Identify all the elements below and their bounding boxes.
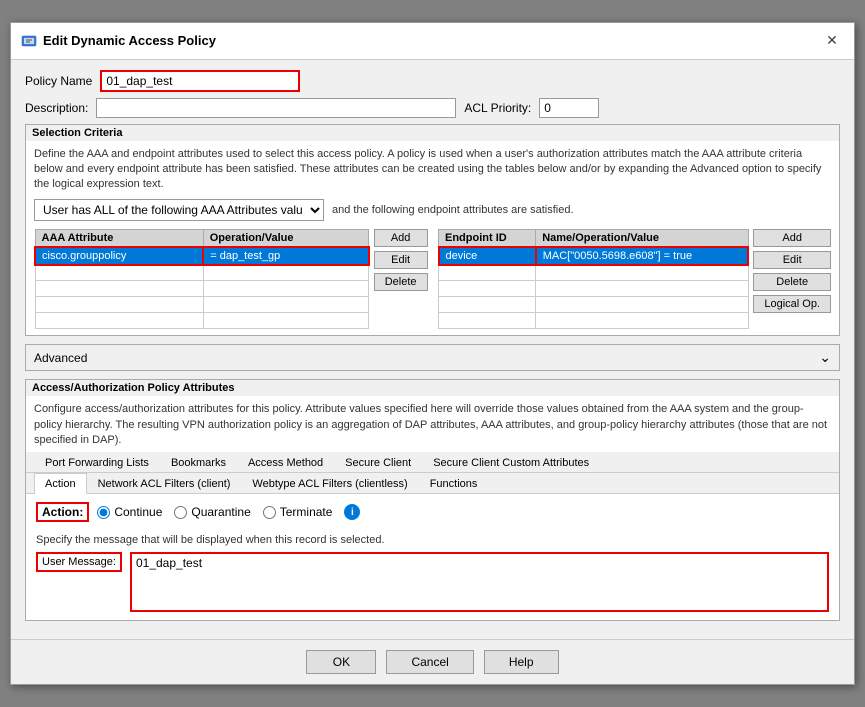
aaa-cell-operation: = dap_test_gp [203, 247, 368, 265]
advanced-row[interactable]: Advanced ⌄ [25, 344, 840, 371]
table-row [35, 297, 369, 313]
title-bar: Edit Dynamic Access Policy ✕ [11, 23, 854, 60]
policy-name-row: Policy Name [25, 70, 840, 92]
advanced-chevron-icon: ⌄ [819, 349, 831, 366]
table-row [35, 281, 369, 297]
cancel-button[interactable]: Cancel [386, 650, 473, 674]
tabs-row: Port Forwarding Lists Bookmarks Access M… [26, 452, 839, 473]
action-quarantine-radio[interactable] [174, 506, 187, 519]
user-message-textarea[interactable]: 01_dap_test [130, 552, 829, 612]
description-input[interactable] [96, 98, 456, 118]
user-message-desc: Specify the message that will be display… [36, 534, 829, 546]
endpoint-logical-button[interactable]: Logical Op. [753, 295, 831, 313]
advanced-label: Advanced [34, 351, 87, 365]
window-icon [21, 33, 37, 49]
action-row: Action: Continue Quarantine Terminate i [26, 494, 839, 530]
tab-action[interactable]: Action [34, 473, 87, 494]
user-message-row: User Message: 01_dap_test [36, 552, 829, 612]
and-text: and the following endpoint attributes ar… [332, 204, 574, 216]
title-bar-left: Edit Dynamic Access Policy [21, 33, 216, 49]
table-row [439, 313, 749, 329]
auth-policy-title: Access/Authorization Policy Attributes [32, 382, 833, 394]
ok-button[interactable]: OK [306, 650, 376, 674]
description-label: Description: [25, 101, 88, 115]
policy-name-label: Policy Name [25, 74, 92, 88]
endpoint-col-id: Endpoint ID [439, 229, 536, 247]
aaa-cell-attribute: cisco.grouppolicy [35, 247, 203, 265]
acl-priority-input[interactable] [539, 98, 599, 118]
endpoint-delete-button[interactable]: Delete [753, 273, 831, 291]
aaa-table: AAA Attribute Operation/Value cisco.grou… [34, 229, 370, 330]
aaa-table-section: AAA Attribute Operation/Value cisco.grou… [34, 229, 428, 330]
main-content: Policy Name Description: ACL Priority: S… [11, 60, 854, 640]
info-icon[interactable]: i [344, 504, 360, 520]
aaa-dropdown[interactable]: User has ALL of the following AAA Attrib… [34, 199, 324, 221]
endpoint-table-container: Endpoint ID Name/Operation/Value device … [438, 229, 750, 330]
action-quarantine-label: Quarantine [191, 505, 250, 519]
table-row [35, 265, 369, 281]
close-button[interactable]: ✕ [820, 29, 844, 53]
action-terminate-option[interactable]: Terminate [263, 505, 333, 519]
aaa-delete-button[interactable]: Delete [374, 273, 428, 291]
auth-header: Access/Authorization Policy Attributes [26, 380, 839, 396]
aaa-table-container: AAA Attribute Operation/Value cisco.grou… [34, 229, 370, 330]
aaa-add-button[interactable]: Add [374, 229, 428, 247]
table-row [439, 265, 749, 281]
endpoint-cell-id: device [439, 247, 536, 265]
main-window: Edit Dynamic Access Policy ✕ Policy Name… [10, 22, 855, 686]
user-message-section: Specify the message that will be display… [26, 530, 839, 620]
table-row[interactable]: cisco.grouppolicy = dap_test_gp [35, 247, 369, 265]
dropdown-row: User has ALL of the following AAA Attrib… [34, 199, 831, 221]
policy-name-input[interactable] [100, 70, 300, 92]
table-row [439, 281, 749, 297]
tab-network-acl[interactable]: Network ACL Filters (client) [87, 473, 242, 494]
action-quarantine-option[interactable]: Quarantine [174, 505, 250, 519]
selection-criteria-section: Selection Criteria Define the AAA and en… [25, 124, 840, 337]
aaa-edit-button[interactable]: Edit [374, 251, 428, 269]
endpoint-cell-value: MAC["0050.5698.e608"] = true [536, 247, 749, 265]
table-row [439, 297, 749, 313]
endpoint-table: Endpoint ID Name/Operation/Value device … [438, 229, 750, 330]
action-terminate-radio[interactable] [263, 506, 276, 519]
description-row: Description: ACL Priority: [25, 98, 840, 118]
aaa-col-attribute: AAA Attribute [35, 229, 203, 247]
tab-secure-client[interactable]: Secure Client [334, 452, 422, 473]
endpoint-buttons: Add Edit Delete Logical Op. [753, 229, 831, 330]
tab-functions[interactable]: Functions [419, 473, 489, 494]
bottom-bar: OK Cancel Help [11, 639, 854, 684]
window-title: Edit Dynamic Access Policy [43, 33, 216, 48]
table-row [35, 313, 369, 329]
action-terminate-label: Terminate [280, 505, 333, 519]
action-label: Action: [36, 502, 89, 522]
action-continue-option[interactable]: Continue [97, 505, 162, 519]
selection-criteria-content: Define the AAA and endpoint attributes u… [26, 141, 839, 336]
tabs-row-2: Action Network ACL Filters (client) Webt… [26, 473, 839, 494]
endpoint-edit-button[interactable]: Edit [753, 251, 831, 269]
radio-group: Continue Quarantine Terminate i [97, 504, 360, 520]
action-continue-label: Continue [114, 505, 162, 519]
tab-secure-client-custom[interactable]: Secure Client Custom Attributes [422, 452, 600, 473]
tab-port-forwarding[interactable]: Port Forwarding Lists [34, 452, 160, 473]
user-message-label: User Message: [36, 552, 122, 572]
endpoint-col-value: Name/Operation/Value [536, 229, 749, 247]
selection-criteria-desc: Define the AAA and endpoint attributes u… [34, 147, 831, 193]
tab-webtype-acl[interactable]: Webtype ACL Filters (clientless) [241, 473, 418, 494]
aaa-col-operation: Operation/Value [203, 229, 368, 247]
acl-priority-label: ACL Priority: [464, 101, 531, 115]
endpoint-table-section: Endpoint ID Name/Operation/Value device … [438, 229, 832, 330]
aaa-buttons: Add Edit Delete [374, 229, 428, 330]
tab-access-method[interactable]: Access Method [237, 452, 334, 473]
auth-policy-desc: Configure access/authorization attribute… [26, 396, 839, 452]
help-button[interactable]: Help [484, 650, 559, 674]
auth-policy-section: Access/Authorization Policy Attributes C… [25, 379, 840, 621]
endpoint-add-button[interactable]: Add [753, 229, 831, 247]
table-row[interactable]: device MAC["0050.5698.e608"] = true [439, 247, 749, 265]
tab-bookmarks[interactable]: Bookmarks [160, 452, 237, 473]
selection-criteria-title: Selection Criteria [26, 125, 839, 141]
tables-row: AAA Attribute Operation/Value cisco.grou… [34, 229, 831, 330]
action-continue-radio[interactable] [97, 506, 110, 519]
